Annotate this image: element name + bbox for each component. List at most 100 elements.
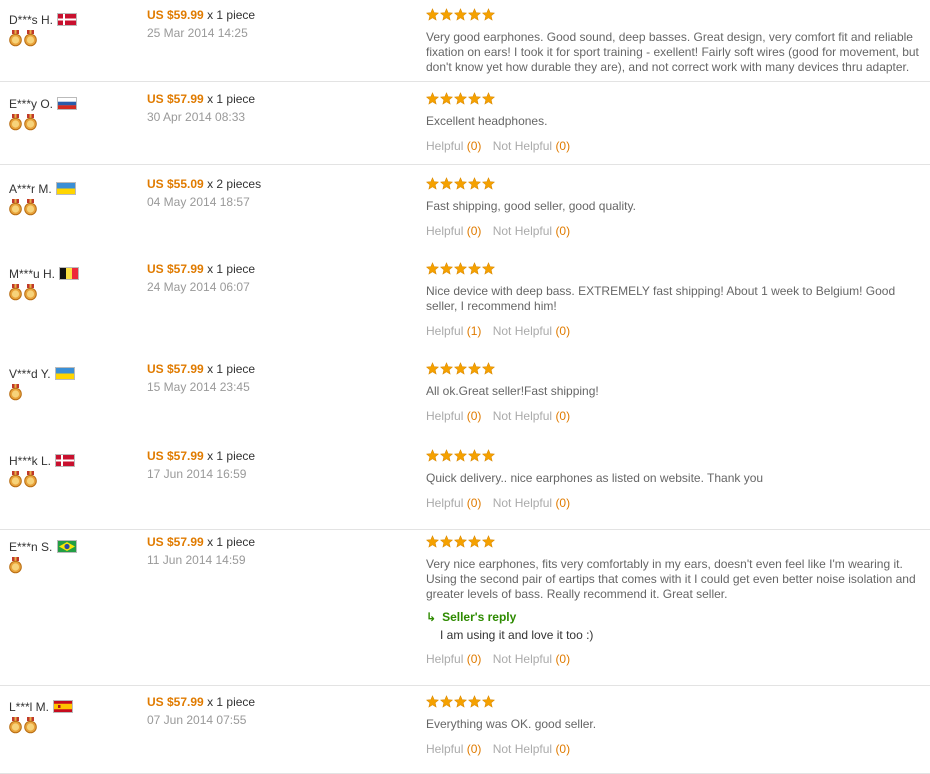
review-row: A***r M. US $55.09 x 2 pieces 04 May 201… (0, 177, 930, 257)
star-icon (454, 535, 467, 549)
star-icon (482, 362, 495, 376)
star-icon (468, 177, 481, 191)
helpful-link[interactable]: Helpful (0) (426, 224, 481, 238)
unit-price: US $57.99 (147, 92, 204, 106)
country-flag-icon (56, 540, 77, 554)
country-flag-icon (53, 700, 74, 714)
vote-bar: Helpful (0) Not Helpful (0) (426, 496, 926, 510)
star-icon (468, 262, 481, 276)
unit-price: US $57.99 (147, 362, 204, 376)
order-info: US $59.99 x 1 piece 25 Mar 2014 14:25 (147, 8, 255, 40)
buyer-medals (9, 471, 39, 491)
not-helpful-link[interactable]: Not Helpful (0) (493, 409, 570, 423)
unit-price: US $57.99 (147, 535, 204, 549)
quantity: x 1 piece (207, 362, 256, 376)
quantity: x 1 piece (207, 449, 256, 463)
order-info: US $55.09 x 2 pieces 04 May 2014 18:57 (147, 177, 261, 209)
buyer-medals (9, 384, 24, 404)
review-row: L***l M. US $57.99 x 1 piece 07 Jun 2014… (0, 695, 930, 774)
buyer-name[interactable]: E***y O. (9, 97, 53, 111)
buyer-name[interactable]: D***s H. (9, 13, 53, 27)
star-icon (440, 8, 453, 22)
seller-reply-text: I am using it and love it too :) (440, 628, 594, 642)
helpful-link[interactable]: Helpful (1) (426, 324, 481, 338)
buyer-level-medal-icon (9, 557, 22, 574)
buyer-info: E***n S. (9, 539, 77, 554)
star-rating (426, 262, 926, 276)
buyer-medals (9, 199, 39, 219)
helpful-link[interactable]: Helpful (0) (426, 652, 481, 666)
buyer-medals (9, 30, 39, 50)
not-helpful-link[interactable]: Not Helpful (0) (493, 139, 570, 153)
buyer-name[interactable]: E***n S. (9, 540, 52, 554)
quantity: x 1 piece (207, 8, 256, 22)
star-rating (426, 92, 926, 106)
star-icon (482, 535, 495, 549)
star-icon (468, 535, 481, 549)
not-helpful-link[interactable]: Not Helpful (0) (493, 224, 570, 238)
buyer-info: D***s H. (9, 12, 78, 27)
review-row: D***s H. US $59.99 x 1 piece 25 Mar 2014… (0, 8, 930, 82)
star-icon (426, 362, 439, 376)
buyer-info: E***y O. (9, 96, 78, 111)
star-rating (426, 362, 926, 376)
review-content: Very good earphones. Good sound, deep ba… (426, 8, 926, 75)
buyer-name[interactable]: V***d Y. (9, 367, 51, 381)
star-icon (440, 262, 453, 276)
country-flag-icon (56, 182, 77, 196)
feedback-text: Everything was OK. good seller. (426, 717, 597, 731)
star-icon (468, 362, 481, 376)
buyer-name[interactable]: L***l M. (9, 700, 49, 714)
helpful-link[interactable]: Helpful (0) (426, 139, 481, 153)
feedback-text: All ok.Great seller!Fast shipping! (426, 384, 599, 398)
feedback-text: Very nice earphones, fits very comfortab… (426, 557, 916, 601)
review-row: E***y O. US $57.99 x 1 piece 30 Apr 2014… (0, 92, 930, 165)
vote-bar: Helpful (0) Not Helpful (0) (426, 224, 926, 238)
helpful-link[interactable]: Helpful (0) (426, 409, 481, 423)
buyer-level-medal-icon (9, 114, 22, 131)
unit-price: US $57.99 (147, 262, 204, 276)
buyer-name[interactable]: M***u H. (9, 267, 55, 281)
buyer-info: V***d Y. (9, 366, 75, 381)
star-icon (440, 92, 453, 106)
buyer-medals (9, 717, 39, 737)
not-helpful-link[interactable]: Not Helpful (0) (493, 496, 570, 510)
buyer-name[interactable]: H***k L. (9, 454, 51, 468)
star-icon (468, 8, 481, 22)
order-info: US $57.99 x 1 piece 15 May 2014 23:45 (147, 362, 255, 394)
buyer-level-medal-icon (24, 199, 37, 216)
buyer-level-medal-icon (9, 471, 22, 488)
review-content: Everything was OK. good seller. Helpful … (426, 695, 926, 756)
country-flag-icon (54, 367, 75, 381)
review-date: 25 Mar 2014 14:25 (147, 26, 248, 40)
unit-price: US $57.99 (147, 449, 204, 463)
star-icon (482, 177, 495, 191)
quantity: x 1 piece (207, 535, 256, 549)
not-helpful-link[interactable]: Not Helpful (0) (493, 652, 570, 666)
star-icon (468, 449, 481, 463)
helpful-link[interactable]: Helpful (0) (426, 742, 481, 756)
review-date: 24 May 2014 06:07 (147, 280, 250, 294)
review-content: Fast shipping, good seller, good quality… (426, 177, 926, 238)
star-icon (426, 8, 439, 22)
helpful-link[interactable]: Helpful (0) (426, 496, 481, 510)
star-icon (440, 535, 453, 549)
quantity: x 2 pieces (207, 177, 262, 191)
star-icon (468, 92, 481, 106)
vote-bar: Helpful (0) Not Helpful (0) (426, 652, 926, 666)
review-date: 17 Jun 2014 16:59 (147, 467, 247, 481)
order-info: US $57.99 x 1 piece 17 Jun 2014 16:59 (147, 449, 255, 481)
star-icon (426, 535, 439, 549)
buyer-level-medal-icon (24, 30, 37, 47)
star-rating (426, 8, 926, 22)
not-helpful-link[interactable]: Not Helpful (0) (493, 742, 570, 756)
not-helpful-link[interactable]: Not Helpful (0) (493, 324, 570, 338)
buyer-level-medal-icon (9, 717, 22, 734)
review-row: V***d Y. US $57.99 x 1 piece 15 May 2014… (0, 362, 930, 444)
star-icon (482, 92, 495, 106)
review-content: Very nice earphones, fits very comfortab… (426, 535, 926, 666)
star-rating (426, 449, 926, 463)
review-date: 04 May 2014 18:57 (147, 195, 250, 209)
buyer-name[interactable]: A***r M. (9, 182, 52, 196)
reply-arrow-icon: ↳ (426, 610, 437, 624)
